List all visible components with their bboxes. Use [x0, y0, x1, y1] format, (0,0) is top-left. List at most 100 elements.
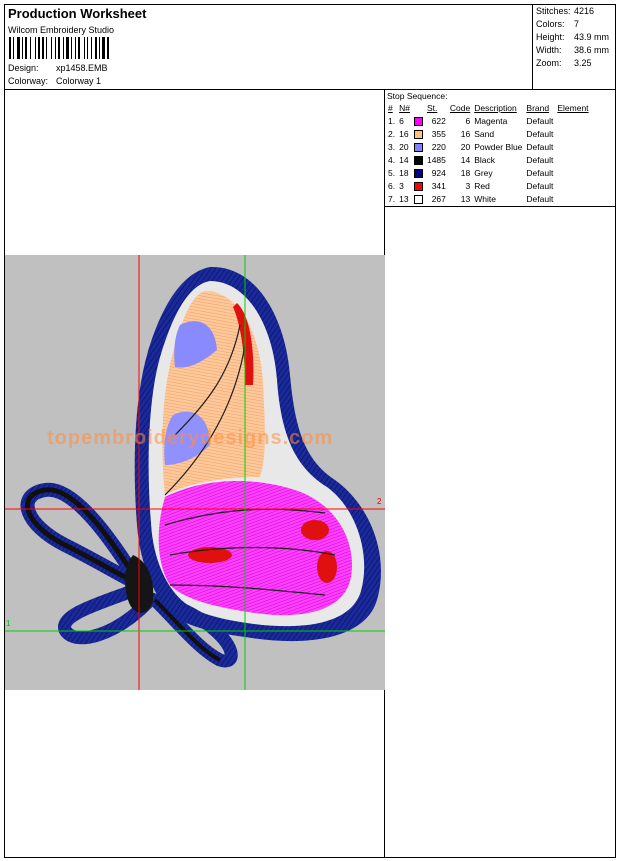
stop-stitches: 622: [431, 115, 446, 126]
col-brand: Brand: [526, 102, 550, 113]
col-code: Code: [449, 102, 471, 113]
color-swatch: [413, 155, 423, 165]
color-swatch: [413, 142, 423, 152]
stop-index: 4.: [388, 154, 396, 165]
worksheet-title: Production Worksheet: [8, 6, 147, 21]
stop-needle: 13: [399, 193, 409, 204]
stat-zoom: Zoom: 3.25: [536, 58, 592, 68]
stop-needle: 16: [399, 128, 409, 139]
wing-red-spot: [317, 551, 337, 583]
stat-stitches: Stitches: 4216: [536, 6, 594, 16]
stat-label: Colors:: [536, 19, 565, 29]
stop-element: [555, 166, 590, 179]
axis-label-green: 1: [6, 619, 11, 628]
stop-code: 20: [460, 141, 471, 152]
color-swatch: [413, 116, 423, 126]
stop-description: Powder Blue: [474, 141, 523, 152]
stop-row: 3. 20 220 20 Powder Blue Default: [386, 140, 591, 153]
stop-row: 1. 6 622 6 Magenta Default: [386, 114, 591, 127]
stop-element: [555, 127, 590, 140]
stop-needle: 14: [399, 154, 409, 165]
stop-code: 14: [460, 154, 471, 165]
stat-value: 7: [574, 19, 580, 29]
stop-brand: Default: [526, 115, 554, 126]
stop-brand: Default: [526, 193, 554, 204]
stop-brand: Default: [526, 167, 554, 178]
worksheet-header: Production Worksheet Wilcom Embroidery S…: [5, 5, 615, 90]
stop-brand: Default: [526, 180, 554, 191]
design-row: Design: xp1458.EMB: [8, 63, 108, 73]
stat-colors: Colors: 7: [536, 19, 579, 29]
stat-value: 43.9 mm: [574, 32, 610, 42]
stop-description: Sand: [474, 128, 495, 139]
stop-swatch-cell: [412, 192, 425, 205]
software-name: Wilcom Embroidery Studio: [8, 25, 115, 35]
stop-row: 7. 13 267 13 White Default: [386, 192, 591, 205]
stop-element: [555, 153, 590, 166]
stat-value: 38.6 mm: [574, 45, 610, 55]
stop-element: [555, 179, 590, 192]
axis-label-red: 2: [377, 497, 382, 506]
stop-code: 3: [465, 180, 471, 191]
stop-table-header: # N# St. Code Description Brand Element: [386, 101, 591, 114]
col-swatch: [412, 101, 425, 114]
stop-index: 1.: [388, 115, 396, 126]
design-filename: xp1458.EMB: [56, 63, 108, 73]
stop-index: 6.: [388, 180, 396, 191]
stop-brand: Default: [526, 141, 554, 152]
stop-index: 3.: [388, 141, 396, 152]
stop-sequence-title: Stop Sequence:: [387, 91, 448, 101]
left-loop-border: [20, 482, 160, 603]
stop-row: 4. 14 1485 14 Black Default: [386, 153, 591, 166]
stop-swatch-cell: [412, 166, 425, 179]
stop-element: [555, 192, 590, 205]
stat-label: Zoom:: [536, 58, 562, 68]
production-worksheet: Production Worksheet Wilcom Embroidery S…: [4, 4, 616, 858]
stop-sequence-panel: Stop Sequence: # N# St. Code Description…: [385, 89, 615, 207]
color-swatch: [413, 194, 423, 204]
stop-stitches: 924: [431, 167, 446, 178]
colorway-label: Colorway:: [8, 76, 49, 86]
col-element: Element: [557, 102, 589, 113]
stop-row: 5. 18 924 18 Grey Default: [386, 166, 591, 179]
stop-swatch-cell: [412, 127, 425, 140]
color-swatch: [413, 129, 423, 139]
stop-brand: Default: [526, 154, 554, 165]
stop-swatch-cell: [412, 114, 425, 127]
stop-row: 2. 16 355 16 Sand Default: [386, 127, 591, 140]
stop-code: 13: [460, 193, 471, 204]
stop-description: White: [474, 193, 496, 204]
stop-needle: 18: [399, 167, 409, 178]
stop-stitches: 1485: [426, 154, 446, 165]
stop-code: 16: [460, 128, 471, 139]
stop-code: 6: [465, 115, 471, 126]
stop-needle: 3: [399, 180, 404, 191]
stop-needle: 20: [399, 141, 409, 152]
stop-stitches: 267: [431, 193, 446, 204]
col-needle: N#: [399, 102, 410, 113]
stop-stitches: 355: [431, 128, 446, 139]
colorway-name: Colorway 1: [56, 76, 102, 86]
stop-index: 7.: [388, 193, 396, 204]
col-description: Description: [474, 102, 517, 113]
stop-brand: Default: [526, 128, 554, 139]
stop-index: 2.: [388, 128, 396, 139]
stat-label: Stitches:: [536, 6, 571, 16]
color-swatch: [413, 168, 423, 178]
stat-height: Height: 43.9 mm: [536, 32, 609, 42]
stop-index: 5.: [388, 167, 396, 178]
stat-label: Height:: [536, 32, 565, 42]
color-swatch: [413, 181, 423, 191]
stop-code: 18: [460, 167, 471, 178]
butterfly-embroidery-image: [5, 255, 385, 690]
stop-element: [555, 114, 590, 127]
stat-label: Width:: [536, 45, 562, 55]
stop-description: Magenta: [474, 115, 508, 126]
stat-value: 3.25: [574, 58, 592, 68]
col-stitches: St.: [426, 102, 438, 113]
stats-panel: Stitches: 4216 Colors: 7 Height: 43.9 mm Wi…: [532, 5, 616, 89]
stop-description: Black: [474, 154, 496, 165]
stat-width: Width: 38.6 mm: [536, 45, 609, 55]
barcode-image: [9, 37, 109, 59]
stop-element: [555, 140, 590, 153]
